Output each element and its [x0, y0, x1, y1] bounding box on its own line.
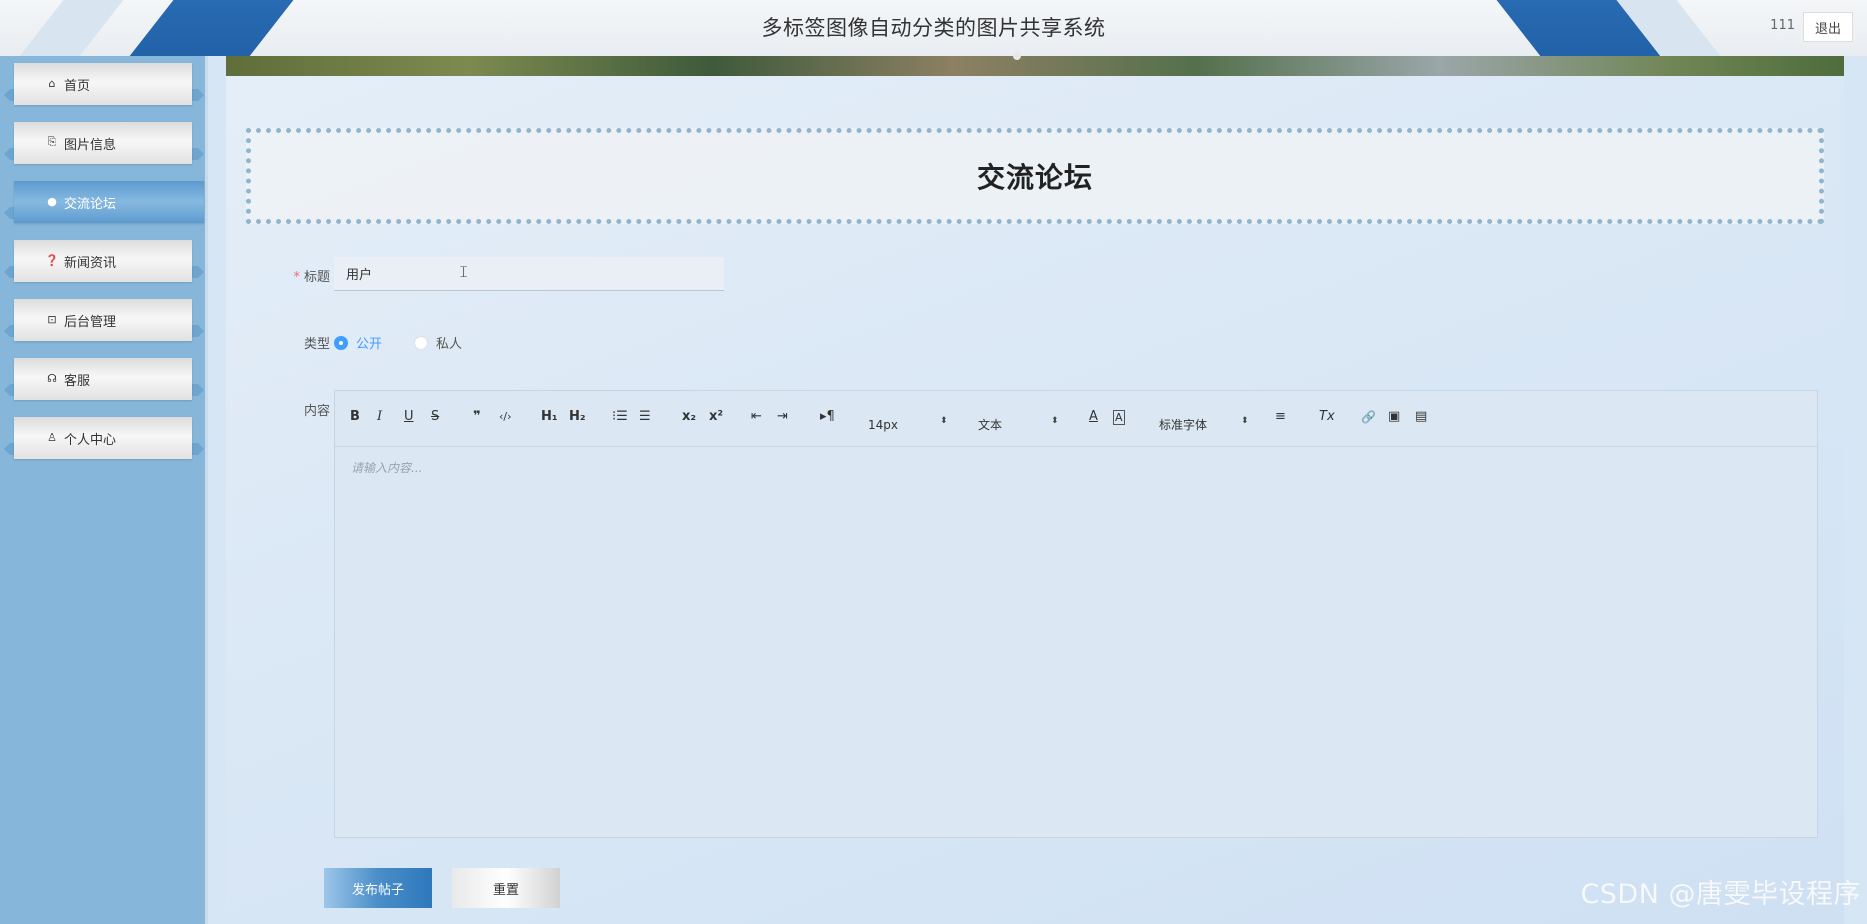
question-icon: ❓ [45, 253, 59, 267]
radio-private[interactable]: 私人 [414, 333, 462, 352]
username-label: 111 [1770, 18, 1795, 33]
underline-button[interactable]: U [404, 407, 414, 427]
carousel-indicator[interactable] [1013, 52, 1021, 60]
sidebar-item-news[interactable]: ❓ 新闻资讯 [14, 240, 192, 282]
title-field-label: * 标题 [293, 270, 330, 285]
indent-button[interactable]: ⇥ [777, 407, 788, 427]
background-color-button[interactable]: A [1113, 410, 1125, 425]
radio-checked-icon [334, 335, 348, 350]
radio-label: 公开 [356, 337, 383, 352]
watermark: CSDN @唐雯毕设程序 [1580, 879, 1861, 910]
sidebar-item-label: 交流论坛 [64, 196, 117, 212]
required-mark: * [293, 270, 300, 285]
info-icon: ● [47, 194, 57, 208]
radio-unchecked-icon [414, 335, 428, 350]
sidebar-item-label: 首页 [64, 78, 91, 94]
radio-label: 私人 [436, 337, 463, 352]
submit-post-button[interactable]: 发布帖子 [324, 868, 432, 908]
video-button[interactable]: ▤ [1415, 407, 1427, 427]
editor-placeholder[interactable]: 请输入内容... [351, 459, 422, 476]
app-title: 多标签图像自动分类的图片共享系统 [761, 16, 1106, 40]
user-icon: ♙ [47, 430, 57, 444]
clean-format-button[interactable]: Tx [1319, 407, 1335, 427]
title-input[interactable] [334, 257, 724, 291]
bullet-list-button[interactable]: ☰ [639, 407, 651, 427]
select-arrow-icon: ⬍ [1241, 416, 1249, 426]
page-title-box: 交流论坛 [246, 128, 1824, 224]
reset-button[interactable]: 重置 [452, 868, 560, 908]
banner-image [226, 56, 1844, 76]
blockquote-button[interactable]: ❞ [473, 407, 481, 427]
image-button[interactable]: ▣ [1388, 407, 1400, 427]
strike-button[interactable]: S [431, 407, 439, 427]
code-button[interactable]: ‹/› [499, 407, 512, 427]
sidebar-item-label: 图片信息 [64, 137, 117, 153]
page-title: 交流论坛 [976, 161, 1093, 194]
box-icon: ⊡ [47, 312, 57, 326]
bag-icon: ⎘ [47, 135, 57, 148]
align-button[interactable]: ≡ [1275, 407, 1286, 427]
top-header: 多标签图像自动分类的图片共享系统 111 退出 [0, 0, 1867, 56]
radio-public[interactable]: 公开 [334, 333, 382, 352]
text-cursor-icon: 𝙸 [458, 262, 470, 281]
rich-text-editor: B I U S ❞ ‹/› H₁ H₂ ⁝☰ ☰ x₂ x² ⇤ ⇥ ▸¶ 14… [334, 390, 1818, 838]
select-arrow-icon: ⬍ [940, 416, 948, 426]
ordered-list-button[interactable]: ⁝☰ [612, 407, 628, 427]
h2-button[interactable]: H₂ [569, 407, 586, 427]
text-direction-button[interactable]: ▸¶ [820, 407, 835, 427]
sidebar-item-label: 后台管理 [64, 314, 117, 330]
font-family-select[interactable]: 标准字体 [1159, 415, 1207, 435]
headset-icon: ☊ [47, 371, 57, 385]
type-field-label: 类型 [303, 337, 330, 352]
font-size-select[interactable]: 14px [868, 415, 898, 435]
sidebar: ⌂ 首页 ⎘ 图片信息 ● 交流论坛 ❓ 新闻资讯 ⊡ 后台管理 ☊ 客服 ♙ … [0, 56, 208, 924]
main-content: 交流论坛 *标题 𝙸 类型 公开 私人 内容 B I U S ❞ ‹/› H₁ … [226, 76, 1844, 924]
sidebar-item-images[interactable]: ⎘ 图片信息 [14, 122, 192, 164]
sidebar-item-forum[interactable]: ● 交流论坛 [14, 181, 204, 223]
sidebar-item-profile[interactable]: ♙ 个人中心 [14, 417, 192, 459]
sidebar-item-label: 新闻资讯 [64, 255, 117, 271]
superscript-button[interactable]: x² [709, 407, 723, 427]
sidebar-item-label: 个人中心 [64, 432, 117, 448]
select-arrow-icon: ⬍ [1051, 416, 1059, 426]
subscript-button[interactable]: x₂ [682, 407, 696, 427]
bold-button[interactable]: B [350, 407, 360, 427]
logout-button[interactable]: 退出 [1803, 12, 1853, 42]
outdent-button[interactable]: ⇤ [751, 407, 762, 427]
font-color-button[interactable]: A [1089, 407, 1098, 427]
h1-button[interactable]: H₁ [541, 407, 558, 427]
italic-button[interactable]: I [377, 407, 382, 427]
link-button[interactable]: 🔗 [1361, 407, 1376, 427]
editor-toolbar: B I U S ❞ ‹/› H₁ H₂ ⁝☰ ☰ x₂ x² ⇤ ⇥ ▸¶ 14… [335, 391, 1817, 447]
sidebar-item-home[interactable]: ⌂ 首页 [14, 63, 192, 105]
sidebar-item-service[interactable]: ☊ 客服 [14, 358, 192, 400]
sidebar-item-label: 客服 [64, 373, 91, 389]
sidebar-item-admin[interactable]: ⊡ 后台管理 [14, 299, 192, 341]
content-field-label: 内容 [303, 404, 330, 419]
home-icon: ⌂ [48, 76, 56, 90]
header-select[interactable]: 文本 [978, 415, 1002, 435]
